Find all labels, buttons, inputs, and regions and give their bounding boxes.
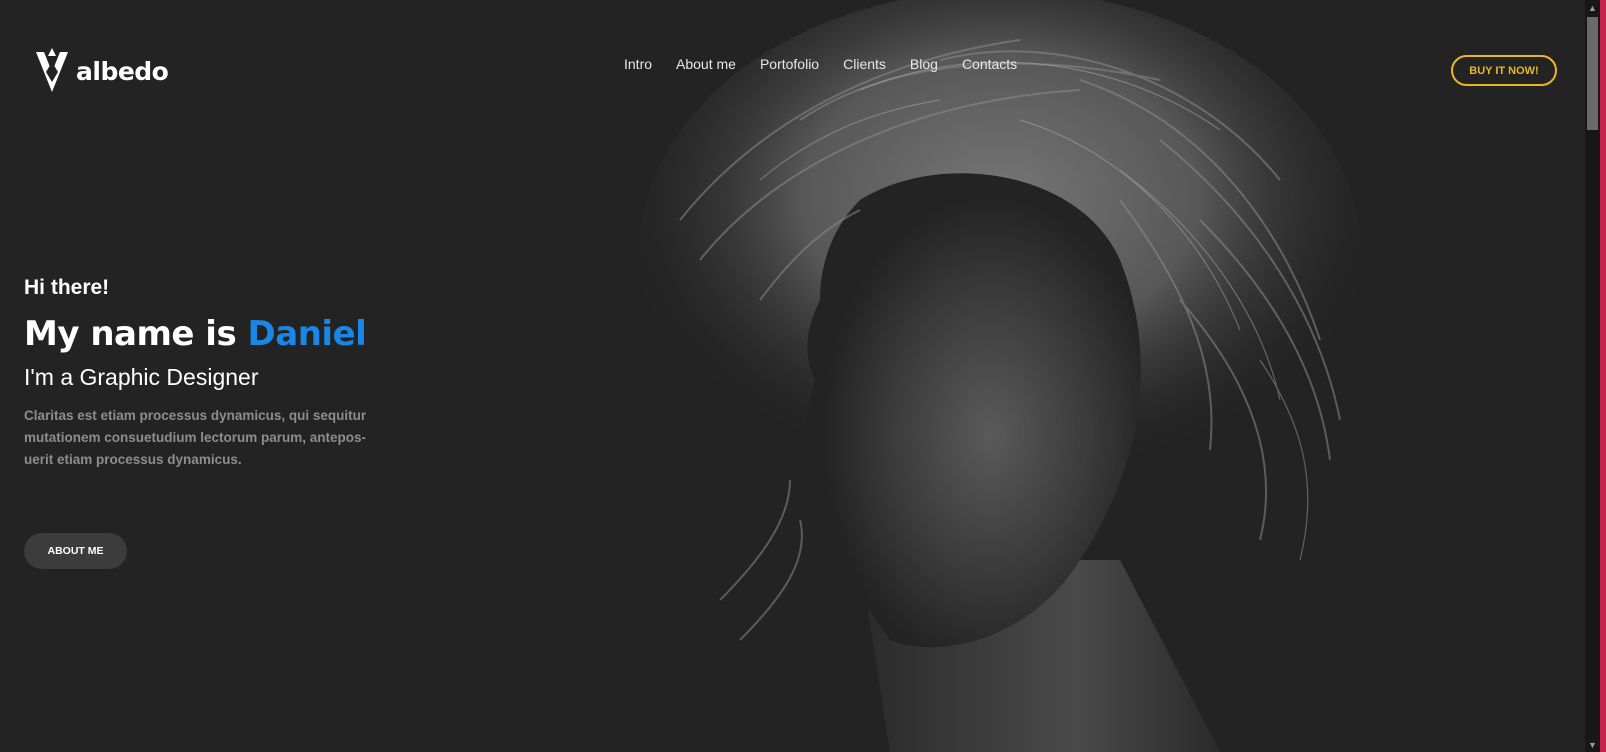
hero-headline-name: Daniel	[247, 314, 367, 354]
scroll-up-arrow-icon[interactable]: ▲	[1585, 0, 1600, 15]
edge-accent-strip	[1600, 0, 1606, 752]
hero-description: Claritas est etiam processus dynamicus, …	[24, 408, 367, 467]
nav-item-intro[interactable]: Intro	[624, 56, 652, 72]
hero-portrait-image	[640, 0, 1360, 752]
nav-item-about-me[interactable]: About me	[676, 56, 736, 72]
buy-it-now-button[interactable]: BUY IT NOW!	[1451, 55, 1557, 86]
brand-name: albedo	[76, 56, 169, 86]
nav-item-portofolio[interactable]: Portofolio	[760, 56, 819, 72]
page-scrollbar[interactable]: ▲ ▼	[1585, 0, 1600, 752]
hero-headline: My name is Daniel	[24, 314, 424, 354]
nav-item-clients[interactable]: Clients	[843, 56, 886, 72]
hero-text-block: Hi there! My name is Daniel I'm a Graphi…	[24, 276, 424, 471]
brand-logo[interactable]: albedo	[34, 48, 169, 94]
page: albedo Intro About me Portofolio Clients…	[0, 0, 1606, 752]
diamond-v-logo-icon	[36, 48, 68, 92]
main-nav: Intro About me Portofolio Clients Blog C…	[624, 56, 1017, 72]
scroll-thumb[interactable]	[1587, 17, 1598, 130]
scroll-down-arrow-icon[interactable]: ▼	[1585, 737, 1600, 752]
nav-item-blog[interactable]: Blog	[910, 56, 938, 72]
about-me-button[interactable]: ABOUT ME	[24, 533, 127, 569]
nav-item-contacts[interactable]: Contacts	[962, 56, 1017, 72]
hero-subtitle: I'm a Graphic Designer	[24, 364, 259, 390]
hero-greeting: Hi there!	[24, 276, 110, 299]
hero-headline-prefix: My name is	[24, 314, 248, 354]
